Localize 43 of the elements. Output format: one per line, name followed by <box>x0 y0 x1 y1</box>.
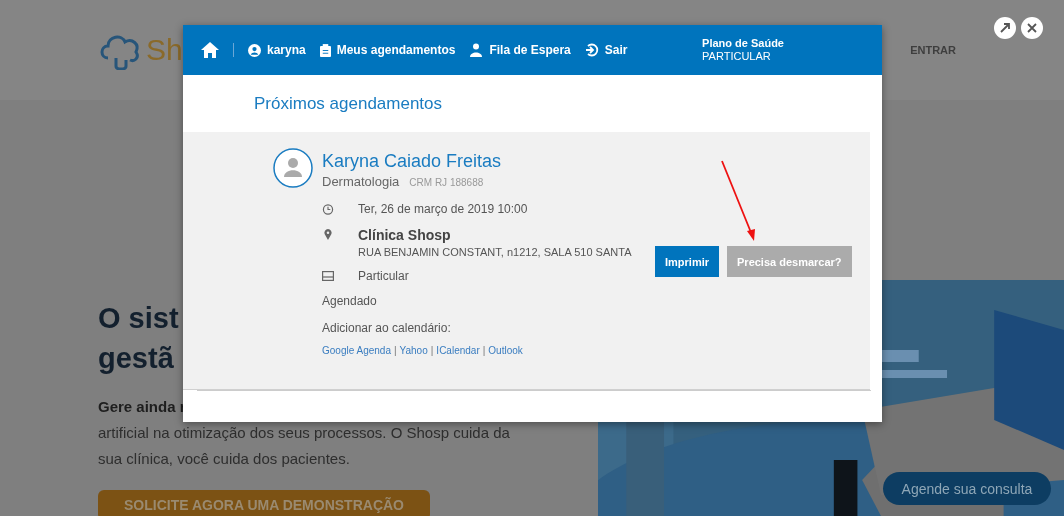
action-button[interactable]: Imprimir <box>655 246 719 277</box>
specialty: Dermatologia <box>322 174 400 189</box>
nav-link[interactable]: Fila de Espera <box>469 43 571 57</box>
link-separator: | <box>430 345 434 356</box>
card-icon <box>322 271 334 281</box>
user-icon <box>248 43 261 57</box>
calendar-link[interactable]: Outlook <box>488 345 523 356</box>
modal-title: Próximos agendamentos <box>254 93 443 114</box>
link-separator: | <box>482 345 486 356</box>
crm-number: CRM RJ 188688 <box>409 177 484 188</box>
nav-link[interactable]: Sair <box>584 43 628 57</box>
logo-text: Sh <box>146 33 183 67</box>
nav-link[interactable]: karyna <box>248 43 306 57</box>
payment-type: Particular <box>358 268 409 285</box>
logout-icon <box>584 43 599 57</box>
action-button[interactable]: Precisa desmarcar? <box>727 246 852 277</box>
plan-label: Plano de Saúde <box>702 37 784 50</box>
hero-title: O sist <box>98 301 179 336</box>
clock-icon <box>322 204 334 215</box>
expand-icon[interactable] <box>994 17 1016 39</box>
clinic-name: Clínica Shosp <box>358 226 452 245</box>
doctor-name: Karyna Caiado Freitas <box>322 150 502 173</box>
people-icon <box>469 43 484 57</box>
hero-text: artificial na otimização dos seus processos. O Shosp cuida da <box>98 423 510 443</box>
link-separator: | <box>393 345 397 356</box>
hero-text: sua clínica, você cuida dos pacientes. <box>98 449 350 469</box>
appointment-date: Ter, 26 de março de 2019 10:00 <box>358 201 528 218</box>
calendar-link[interactable]: ICalendar <box>436 345 480 356</box>
nav-link[interactable]: Meus agendamentos <box>319 43 456 57</box>
hero-title: gestã <box>98 341 174 376</box>
appointment-status: Agendado <box>322 294 378 308</box>
location-pin-icon <box>322 229 334 240</box>
doctor-avatar-icon <box>273 148 313 188</box>
address: RUA BENJAMIN CONSTANT, n1212, SALA 510 SANTA <box>358 245 632 260</box>
schedule-chat-button[interactable]: Agende sua consulta <box>883 472 1051 505</box>
calendar-link[interactable]: Google Agenda <box>322 345 391 356</box>
close-icon[interactable] <box>1021 17 1043 39</box>
clipboard-icon <box>319 43 331 57</box>
home-icon[interactable] <box>201 42 219 58</box>
plan-value: PARTICULAR <box>702 50 772 63</box>
calendar-link[interactable]: Yahoo <box>399 345 428 356</box>
calendar-label: Adicionar ao calendário: <box>322 321 452 335</box>
entrar-link[interactable]: ENTRAR <box>910 44 956 56</box>
